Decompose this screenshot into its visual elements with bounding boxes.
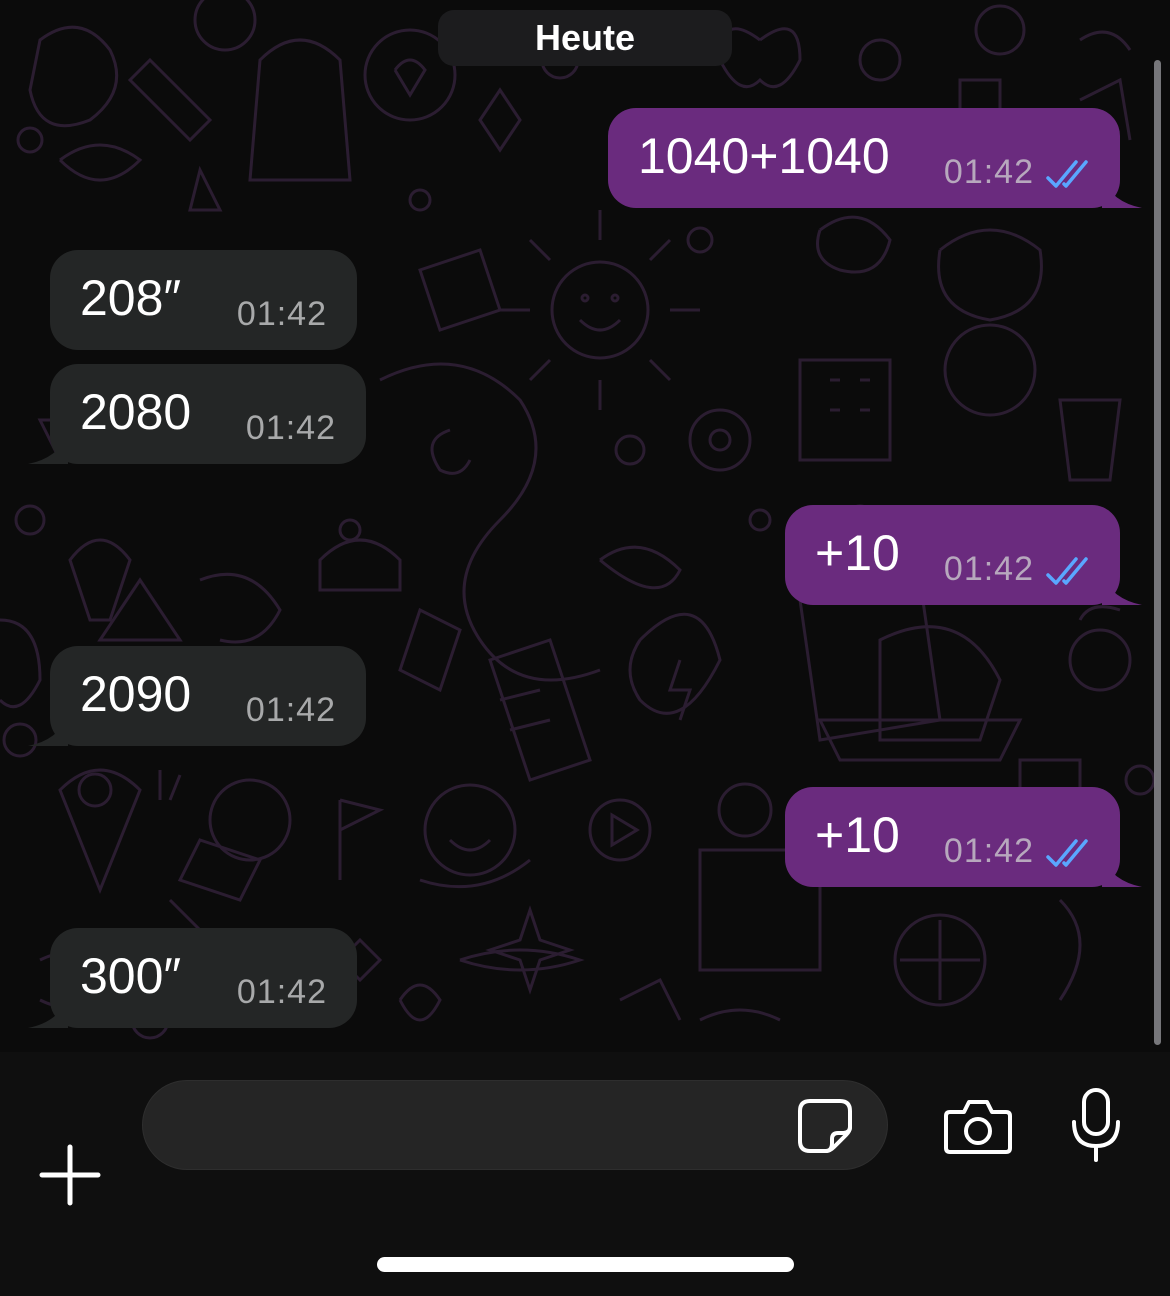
message-time: 01:42 (236, 973, 327, 1011)
message-time: 01:42 (943, 153, 1034, 191)
message-time: 01:42 (245, 691, 336, 729)
composer-bar (0, 1052, 1170, 1296)
plus-icon[interactable] (38, 1143, 102, 1207)
bubble-tail (28, 716, 68, 746)
incoming-message[interactable]: 208″ 01:42 (50, 250, 357, 350)
message-text: 208″ (80, 270, 182, 326)
incoming-message[interactable]: 300″ 01:42 (28, 928, 357, 1028)
message-time: 01:42 (245, 409, 336, 447)
double-check-icon (1046, 557, 1088, 585)
message-text: 1040+1040 (638, 128, 890, 184)
bubble-tail (1102, 178, 1142, 208)
bubble-tail (28, 998, 68, 1028)
message-time: 01:42 (236, 295, 327, 333)
message-text: +10 (815, 807, 900, 863)
incoming-message[interactable]: 2080 01:42 (28, 364, 366, 464)
outgoing-message[interactable]: +10 01:42 (785, 787, 1142, 887)
sticker-icon[interactable] (796, 1097, 854, 1155)
message-input[interactable] (142, 1080, 888, 1170)
message-text: +10 (815, 525, 900, 581)
double-check-icon (1046, 839, 1088, 867)
double-check-icon (1046, 160, 1088, 188)
message-text: 2080 (80, 384, 192, 440)
bubble-tail (1102, 575, 1142, 605)
camera-icon[interactable] (942, 1096, 1014, 1156)
message-time: 01:42 (943, 550, 1034, 588)
scrollbar[interactable] (1154, 60, 1161, 1045)
bubble-tail (28, 434, 68, 464)
microphone-icon[interactable] (1068, 1086, 1124, 1166)
message-text: 300″ (80, 948, 182, 1004)
message-time: 01:42 (943, 832, 1034, 870)
outgoing-message[interactable]: +10 01:42 (785, 505, 1142, 605)
incoming-message[interactable]: 2090 01:42 (28, 646, 366, 746)
chat-area[interactable]: Heute 1040+1040 01:42 208″ 01:42 2080 01… (0, 0, 1170, 1052)
date-separator: Heute (438, 10, 732, 66)
outgoing-message[interactable]: 1040+1040 01:42 (608, 108, 1142, 208)
message-text: 2090 (80, 666, 192, 722)
bubble-tail (1102, 857, 1142, 887)
home-indicator[interactable] (377, 1257, 794, 1272)
